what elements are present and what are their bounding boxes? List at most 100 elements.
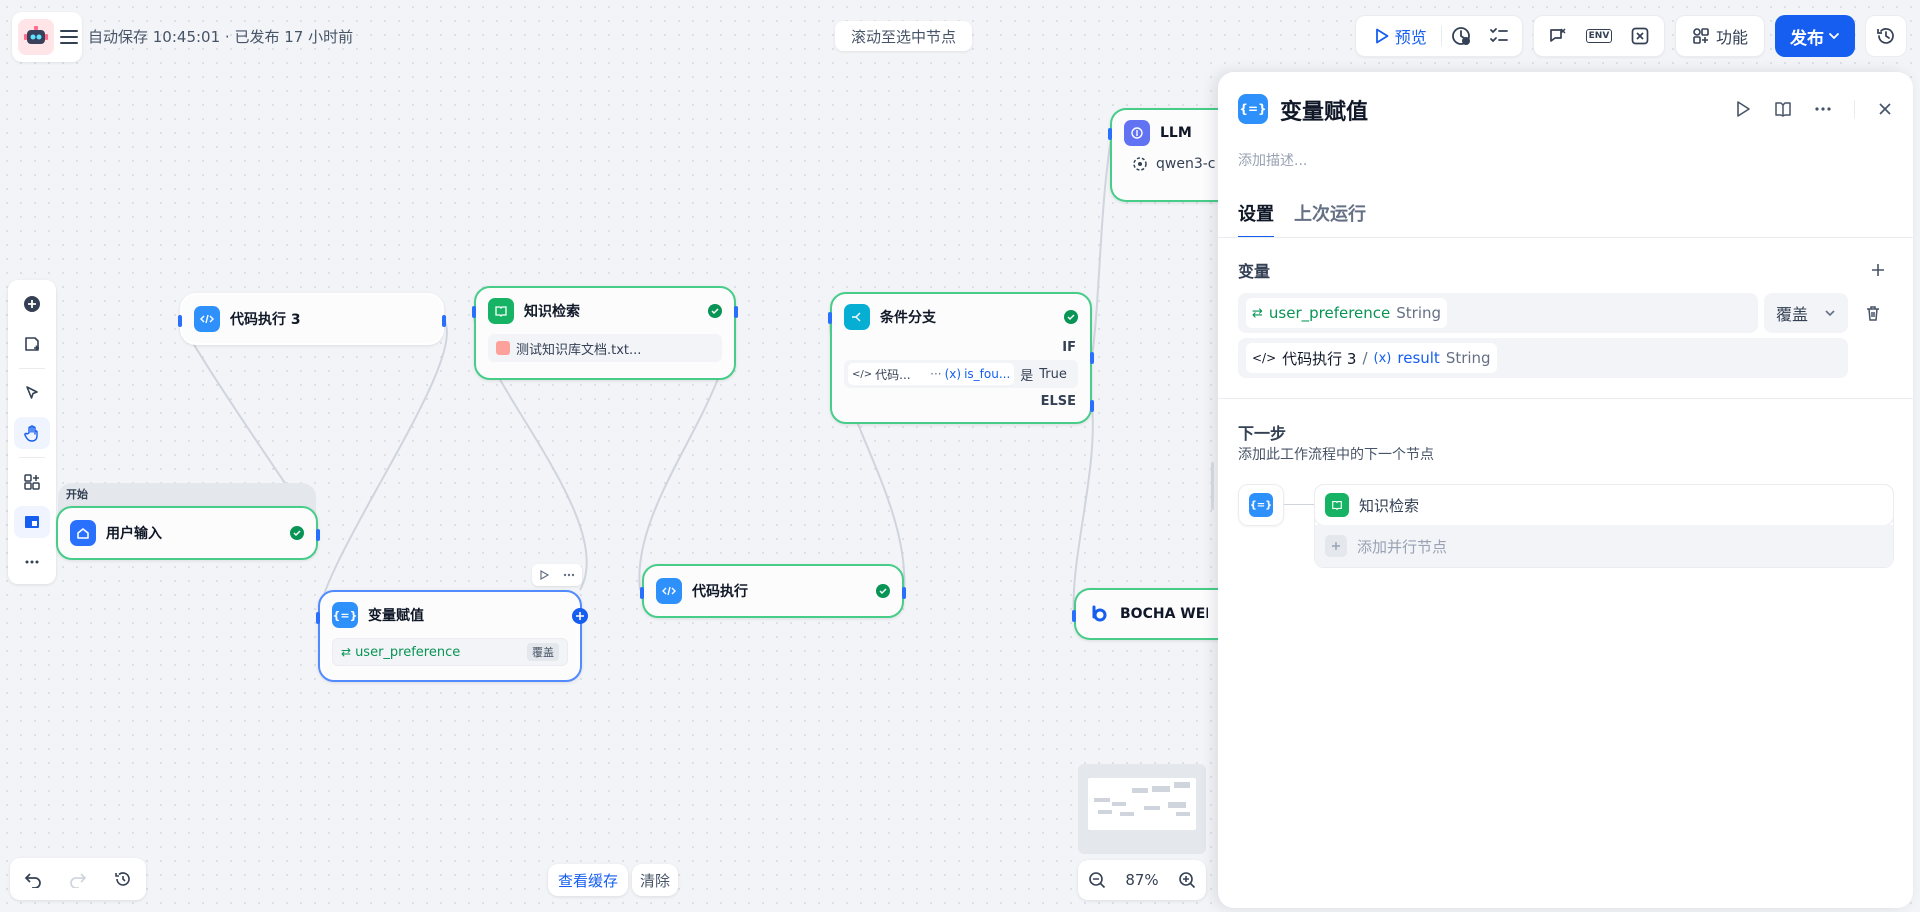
variable-assign-icon: ⇄ [341,645,352,659]
chat-variable-icon [1548,26,1568,46]
zoom-level[interactable]: 87% [1125,871,1158,889]
zoom-out-icon[interactable] [1088,871,1106,889]
panel-actions [1734,100,1893,118]
input-handle[interactable] [640,587,644,599]
tab-last-run[interactable]: 上次运行 [1294,200,1366,238]
run-toolbar: 预览 [1355,15,1523,57]
input-handle[interactable] [1072,610,1076,622]
description-input[interactable]: 添加描述... [1238,150,1307,170]
hand-icon [23,424,41,442]
view-cache-button[interactable]: 查看缓存 [548,864,629,896]
plus-icon [1325,535,1347,557]
output-handle[interactable] [734,306,738,318]
assign-variable-row: ⇄ user_preference 覆盖 [332,638,568,666]
history-icon[interactable] [114,870,132,888]
user-input-node[interactable]: 用户输入 [56,506,320,560]
more-horizontal-icon[interactable] [563,573,575,577]
hand-mode-button[interactable] [14,417,50,449]
run-node-icon[interactable] [539,570,549,580]
assign-mode-badge: 覆盖 [527,643,559,661]
add-next-node-button[interactable] [572,608,588,624]
success-check-icon [876,584,890,598]
app-avatar-icon [18,19,54,55]
else-output-handle[interactable] [1090,400,1094,412]
autosave-status: 自动保存 10:45:01 · 已发布 17 小时前 [88,28,354,46]
knowledge-dataset-item: 测试知识库文档.txt... [488,334,722,362]
run-history-button[interactable] [1442,19,1480,53]
bocha-icon [1088,603,1110,625]
panel-tabs: 设置 上次运行 [1238,200,1366,238]
input-handle[interactable] [472,306,476,318]
input-handle[interactable] [828,312,832,324]
input-handle[interactable] [178,315,182,327]
minimap[interactable] [1078,764,1206,854]
input-handle[interactable] [316,612,320,624]
zoom-in-icon[interactable] [1178,871,1196,889]
code-exec-node[interactable]: 代码执行 [640,564,906,618]
success-check-icon [290,526,304,540]
variables-toolbar: ENV [1533,15,1665,57]
preview-button[interactable]: 预览 [1360,19,1441,53]
features-button[interactable]: 功能 [1675,15,1765,57]
checklist-button[interactable] [1480,19,1518,53]
llm-model: qwen3-c [1112,156,1230,172]
scroll-to-selected-button[interactable]: 滚动至选中节点 [835,21,973,51]
variable-assign-icon: ⇄ [1252,305,1263,321]
plus-icon [575,611,585,621]
knowledge-retrieval-node[interactable]: 知识检索 测试知识库文档.txt... [472,286,738,380]
tab-settings[interactable]: 设置 [1238,200,1274,238]
output-handle[interactable] [442,315,446,327]
publish-button[interactable]: 发布 [1775,15,1855,57]
delete-variable-button[interactable] [1864,304,1882,322]
next-node-item[interactable]: 知识检索 [1314,484,1894,526]
cursor-icon [23,384,41,402]
panel-resize-handle[interactable] [1211,462,1214,510]
add-note-button[interactable] [14,328,50,360]
condition-branch-node[interactable]: 条件分支 IF </> 代码... ··· (x) is_fou... 是 Tr… [828,292,1094,424]
clock-play-icon [1451,26,1471,46]
add-parallel-node-button[interactable]: 添加并行节点 [1315,525,1893,567]
code-exec-3-node[interactable]: 代码执行 3 [178,293,446,345]
bocha-web-search-node[interactable]: BOCHA WEB [1072,588,1220,640]
env-variables-button[interactable]: ENV [1581,19,1617,53]
global-variables-button[interactable] [1622,19,1658,53]
run-node-icon[interactable] [1734,100,1752,118]
minimap-viewport [1088,778,1196,830]
grid-icon [23,473,41,491]
app-logo-menu[interactable] [12,12,82,62]
close-icon[interactable] [1877,101,1893,117]
more-options-button[interactable] [14,546,50,578]
output-handle[interactable] [902,587,906,599]
variables-label: 变量 [1238,262,1271,281]
output-handle[interactable] [316,529,320,541]
if-output-handle[interactable] [1090,352,1094,364]
assign-variable: ⇄ user_preference [341,644,461,660]
redo-icon[interactable] [69,870,87,888]
target-variable-field[interactable]: ⇄ user_preference String [1238,293,1758,333]
clear-cache-button[interactable]: 清除 [632,864,679,896]
conversation-variables-button[interactable] [1540,19,1576,53]
add-node-button[interactable] [14,288,50,320]
success-check-icon [1064,310,1078,324]
menu-icon[interactable] [60,29,78,45]
variable-assigner-node[interactable]: {=} 变量赋值 ⇄ user_preference 覆盖 [316,590,588,682]
source-variable-field[interactable]: </> 代码执行 3 / (x) result String [1238,338,1848,378]
add-variable-button[interactable] [1870,262,1886,278]
minimap-toggle-button[interactable] [14,506,50,538]
llm-node[interactable]: LLM qwen3-c [1108,108,1230,202]
home-icon [70,520,96,546]
write-mode-select[interactable]: 覆盖 [1764,293,1848,333]
success-check-icon [708,304,722,318]
organize-nodes-button[interactable] [14,466,50,498]
divider [19,368,45,369]
more-horizontal-icon[interactable] [1814,100,1832,118]
undo-icon[interactable] [24,870,42,888]
next-nodes-list: 知识检索 添加并行节点 [1314,484,1894,568]
canvas-toolbar [8,280,56,584]
pointer-mode-button[interactable] [14,377,50,409]
input-handle[interactable] [1108,128,1112,140]
chevron-down-icon [1828,30,1840,42]
help-book-icon[interactable] [1774,100,1792,118]
version-history-button[interactable] [1865,15,1907,57]
panel-title[interactable]: 变量赋值 [1280,94,1368,126]
